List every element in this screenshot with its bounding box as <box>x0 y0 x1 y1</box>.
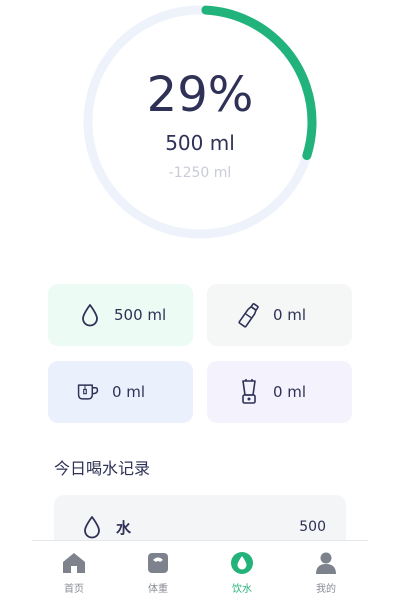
bottom-nav: 首页 体重 饮水 我的 <box>32 540 368 600</box>
user-icon <box>313 550 339 576</box>
drink-card-bottle[interactable]: 0 ml <box>207 284 352 346</box>
remaining-amount: -1250 ml <box>168 165 232 181</box>
water-drop-icon <box>229 550 255 576</box>
drink-card-value: 0 ml <box>112 383 146 401</box>
water-drop-icon <box>78 302 102 328</box>
nav-item-label: 体重 <box>148 584 168 595</box>
drink-card-value: 500 ml <box>114 306 167 324</box>
records-title: 今日喝水记录 <box>54 459 151 478</box>
blender-icon <box>237 379 261 405</box>
nav-item-weight[interactable]: 体重 <box>116 541 200 600</box>
drink-card-value: 0 ml <box>273 306 307 324</box>
nav-item-water[interactable]: 饮水 <box>200 541 284 600</box>
consumed-amount: 500 ml <box>165 131 235 155</box>
record-item-name: 水 <box>116 519 132 537</box>
water-intake-screen: 29% 500 ml -1250 ml 500 ml 0 ml 0 ml 0 m… <box>0 0 400 600</box>
scale-icon <box>145 550 171 576</box>
progress-summary: 29% 500 ml -1250 ml <box>80 2 320 242</box>
drink-card-value: 0 ml <box>273 383 307 401</box>
record-item-value: 500 <box>299 519 326 535</box>
drink-card-water[interactable]: 500 ml <box>48 284 193 346</box>
nav-item-label: 首页 <box>64 584 84 595</box>
drink-card-blender[interactable]: 0 ml <box>207 361 352 423</box>
progress-ring: 29% 500 ml -1250 ml <box>80 2 320 242</box>
bottle-icon <box>237 302 261 328</box>
nav-item-label: 饮水 <box>232 584 252 595</box>
drink-card-cup[interactable]: 0 ml <box>48 361 193 423</box>
nav-item-profile[interactable]: 我的 <box>284 541 368 600</box>
home-icon <box>61 550 87 576</box>
nav-item-home[interactable]: 首页 <box>32 541 116 600</box>
nav-item-label: 我的 <box>316 584 336 595</box>
water-drop-icon <box>82 515 102 543</box>
progress-percent: 29% <box>146 67 254 123</box>
cup-icon <box>76 379 100 405</box>
